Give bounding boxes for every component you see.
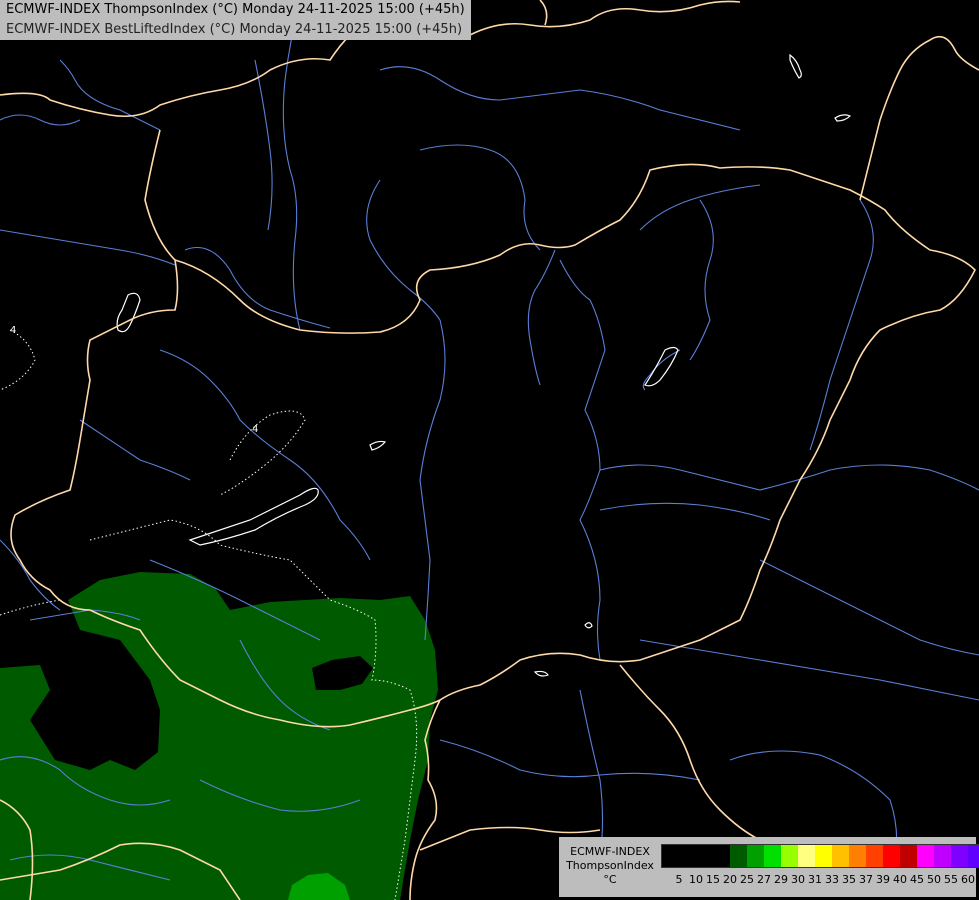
legend-tick-label: 35	[842, 873, 856, 886]
contour-label: 4	[10, 325, 16, 336]
legend-swatch	[815, 845, 832, 867]
legend-tick-label: 37	[859, 873, 873, 886]
legend-swatch	[781, 845, 798, 867]
title-thompson-index: ECMWF-INDEX ThompsonIndex (°C) Monday 24…	[6, 2, 465, 17]
legend-tick-label: 15	[706, 873, 720, 886]
legend-tick-label: 31	[808, 873, 822, 886]
legend-swatch	[883, 845, 900, 867]
legend-swatch	[764, 845, 781, 867]
legend-color-scale	[661, 844, 979, 868]
legend-swatch	[968, 845, 979, 867]
color-legend: ECMWF-INDEX ThompsonIndex °C 5 10 15 20 25 27…	[559, 837, 979, 897]
legend-unit: °C	[603, 873, 617, 886]
legend-swatch	[713, 845, 730, 867]
legend-swatch	[951, 845, 968, 867]
map-title: ECMWF-INDEX ThompsonIndex (°C) Monday 24…	[0, 0, 471, 40]
legend-tick-label: 39	[876, 873, 890, 886]
legend-swatch	[679, 845, 696, 867]
legend-swatch	[747, 845, 764, 867]
legend-tick-label: 30	[791, 873, 805, 886]
legend-tick-label: 25	[740, 873, 754, 886]
legend-parameter: ThompsonIndex	[566, 859, 654, 872]
legend-swatch	[934, 845, 951, 867]
legend-tick-label: 20	[723, 873, 737, 886]
legend-ticks: 5 10 15 20 25 27 29 30 31 33 35 37 39 40 45 50 55 60	[661, 873, 976, 887]
legend-tick-label: 10	[689, 873, 703, 886]
legend-swatch	[900, 845, 917, 867]
legend-tick-label: 50	[927, 873, 941, 886]
legend-tick-label: 40	[893, 873, 907, 886]
legend-swatch	[798, 845, 815, 867]
legend-tick-label: 27	[757, 873, 771, 886]
title-best-lifted-index: ECMWF-INDEX BestLiftedIndex (°C) Monday …	[6, 22, 463, 37]
weather-map: 4 4	[0, 0, 979, 900]
legend-label: ECMWF-INDEX ThompsonIndex °C	[562, 845, 658, 887]
legend-swatch	[917, 845, 934, 867]
legend-tick-label: 55	[944, 873, 958, 886]
legend-swatch	[730, 845, 747, 867]
legend-swatch	[662, 845, 679, 867]
legend-tick-label: 60	[961, 873, 975, 886]
legend-tick-label: 29	[774, 873, 788, 886]
legend-tick-label: 5	[675, 873, 683, 886]
legend-swatch	[832, 845, 849, 867]
legend-swatch	[866, 845, 883, 867]
contour-label: 4	[252, 424, 258, 435]
legend-model: ECMWF-INDEX	[570, 845, 650, 858]
legend-swatch	[849, 845, 866, 867]
legend-tick-label: 33	[825, 873, 839, 886]
legend-tick-label: 45	[910, 873, 924, 886]
legend-swatch	[696, 845, 713, 867]
